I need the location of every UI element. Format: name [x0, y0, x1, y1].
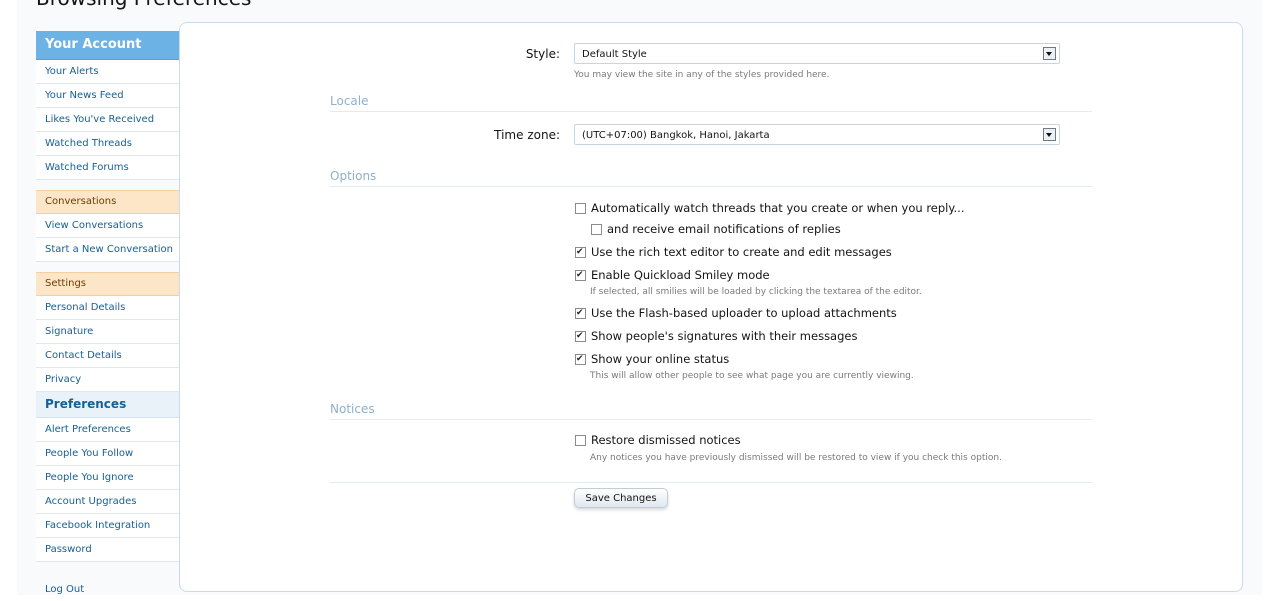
- time-zone-label: Time zone:: [494, 128, 560, 142]
- online-status-checkbox[interactable]: [575, 352, 586, 366]
- rich-text-editor-checkbox[interactable]: [575, 245, 586, 259]
- online-status-label[interactable]: Show your online status: [591, 352, 729, 366]
- style-hint: You may view the site in any of the styl…: [574, 70, 830, 80]
- sidebar-item-view-conversations[interactable]: View Conversations: [36, 214, 179, 238]
- sidebar-item-log-out[interactable]: Log Out: [36, 578, 179, 601]
- section-heading-notices: Notices: [330, 399, 1092, 420]
- quickload-smiley-checkbox[interactable]: [575, 268, 586, 282]
- sidebar-item-facebook-integration[interactable]: Facebook Integration: [36, 514, 179, 538]
- sidebar-item-people-you-ignore[interactable]: People You Ignore: [36, 466, 179, 490]
- sidebar-item-people-you-follow[interactable]: People You Follow: [36, 442, 179, 466]
- sidebar-item-password[interactable]: Password: [36, 538, 179, 562]
- sidebar-item-likes-received[interactable]: Likes You've Received: [36, 108, 179, 132]
- preferences-form: Style: Default Style You may view the si…: [179, 22, 1243, 592]
- chevron-down-icon[interactable]: [1043, 47, 1056, 60]
- style-label: Style:: [525, 47, 560, 61]
- rich-text-editor-label[interactable]: Use the rich text editor to create and e…: [591, 245, 892, 259]
- quickload-smiley-hint: If selected, all smilies will be loaded …: [590, 287, 922, 297]
- flash-uploader-checkbox[interactable]: [575, 306, 586, 320]
- style-select[interactable]: Default Style: [574, 43, 1060, 64]
- save-changes-button[interactable]: Save Changes: [574, 488, 668, 508]
- style-select-value: Default Style: [582, 49, 647, 60]
- restore-notices-hint: Any notices you have previously dismisse…: [590, 453, 1002, 463]
- show-signatures-label[interactable]: Show people's signatures with their mess…: [591, 329, 857, 343]
- email-notifications-checkbox[interactable]: [591, 224, 602, 235]
- sidebar-category-conversations[interactable]: Conversations: [36, 190, 179, 214]
- time-zone-select[interactable]: (UTC+07:00) Bangkok, Hanoi, Jakarta: [574, 124, 1060, 145]
- sidebar-item-privacy[interactable]: Privacy: [36, 368, 179, 392]
- email-notifications-label[interactable]: and receive email notifications of repli…: [607, 222, 841, 236]
- sidebar-header-your-account[interactable]: Your Account: [36, 31, 179, 60]
- section-heading-options: Options: [330, 166, 1092, 187]
- auto-watch-threads-label[interactable]: Automatically watch threads that you cre…: [591, 201, 965, 215]
- sidebar-item-alert-preferences[interactable]: Alert Preferences: [36, 418, 179, 442]
- form-divider: [330, 482, 1092, 483]
- flash-uploader-label[interactable]: Use the Flash-based uploader to upload a…: [591, 306, 897, 320]
- sidebar-category-settings[interactable]: Settings: [36, 272, 179, 296]
- time-zone-select-value: (UTC+07:00) Bangkok, Hanoi, Jakarta: [582, 130, 770, 141]
- online-status-hint: This will allow other people to see what…: [590, 371, 914, 381]
- chevron-down-icon[interactable]: [1043, 128, 1056, 141]
- show-signatures-checkbox[interactable]: [575, 329, 586, 343]
- sidebar-item-your-news-feed[interactable]: Your News Feed: [36, 84, 179, 108]
- restore-notices-label[interactable]: Restore dismissed notices: [591, 433, 741, 447]
- page-title: Browsing Preferences: [36, 0, 251, 10]
- sidebar-item-your-alerts[interactable]: Your Alerts: [36, 60, 179, 84]
- sidebar-item-signature[interactable]: Signature: [36, 320, 179, 344]
- sidebar-item-start-conversation[interactable]: Start a New Conversation: [36, 238, 179, 262]
- sidebar-item-contact-details[interactable]: Contact Details: [36, 344, 179, 368]
- restore-notices-checkbox[interactable]: [575, 435, 586, 446]
- sidebar-item-watched-threads[interactable]: Watched Threads: [36, 132, 179, 156]
- sidebar-item-account-upgrades[interactable]: Account Upgrades: [36, 490, 179, 514]
- sidebar-item-watched-forums[interactable]: Watched Forums: [36, 156, 179, 180]
- account-sidebar: Your Account Your Alerts Your News Feed …: [36, 31, 179, 601]
- sidebar-item-preferences-selected[interactable]: Preferences: [36, 392, 179, 418]
- quickload-smiley-label[interactable]: Enable Quickload Smiley mode: [591, 268, 770, 282]
- auto-watch-threads-checkbox[interactable]: [575, 203, 586, 214]
- section-heading-locale: Locale: [330, 91, 1092, 112]
- sidebar-item-personal-details[interactable]: Personal Details: [36, 296, 179, 320]
